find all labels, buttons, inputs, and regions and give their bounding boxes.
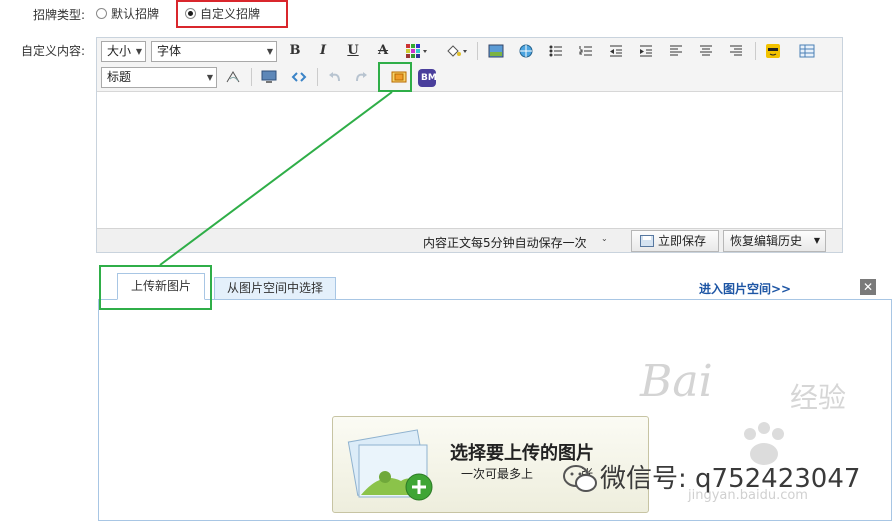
close-icon[interactable]: ✕ [860,279,876,295]
baidu-watermark: Bai [640,356,713,407]
wechat-icon [562,464,598,497]
upload-subtitle: 一次可最多上 [461,467,534,481]
baidu-jingyan-watermark: 经验 [790,381,847,414]
enter-image-space-link[interactable]: 进入图片空间>> [699,280,791,297]
photo-upload-icon [347,429,433,501]
green-highlight-upload-tab [99,265,212,310]
upload-title: 选择要上传的图片 [450,443,594,464]
tab-choose-from-space[interactable]: 从图片空间中选择 [214,277,336,300]
wechat-id-watermark: 微信号: q752423047 [600,464,861,494]
